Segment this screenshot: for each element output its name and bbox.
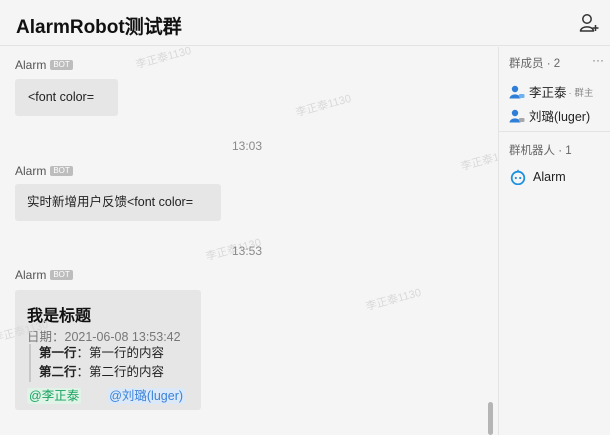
message-sender: Alarm BOT bbox=[15, 268, 73, 282]
member-name: 刘璐(luger) bbox=[529, 110, 591, 124]
robot-icon bbox=[510, 169, 526, 185]
chat-scrollbar[interactable] bbox=[488, 402, 493, 435]
chat-header: AlarmRobot测试群 bbox=[0, 0, 610, 46]
member-item[interactable]: 刘璐(luger) bbox=[509, 106, 590, 125]
message-sender: Alarm BOT bbox=[15, 164, 73, 178]
message-card[interactable]: 我是标题 日期：2021-06-08 13:53:42 第一行：第一行的内容 第… bbox=[15, 290, 201, 410]
group-info-panel: 群成员 · 2 ··· 李正泰 · 群主 刘璐(luger) 群机器人 · 1 … bbox=[499, 47, 610, 435]
card-row: 第二行：第二行的内容 bbox=[39, 365, 165, 379]
add-member-icon[interactable] bbox=[578, 12, 600, 34]
timestamp: 13:03 bbox=[232, 139, 263, 153]
bot-item[interactable]: Alarm bbox=[509, 169, 566, 185]
owner-role-label: · 群主 bbox=[568, 87, 594, 99]
card-quote: 第一行：第一行的内容 第二行：第二行的内容 bbox=[29, 344, 164, 382]
card-mentions: @李正泰 @刘璐(luger) bbox=[27, 385, 186, 404]
message-bubble[interactable]: 实时新增用户反馈<font color= bbox=[15, 184, 221, 221]
watermark: 李正泰1130 bbox=[134, 47, 193, 72]
bot-badge: BOT bbox=[50, 270, 73, 280]
chat-title: AlarmRobot测试群 bbox=[16, 17, 182, 38]
user-icon bbox=[509, 109, 525, 122]
watermark: 李正泰1130 bbox=[294, 92, 353, 120]
watermark: 李正泰1130 bbox=[459, 146, 498, 174]
user-icon bbox=[509, 85, 525, 98]
more-options-icon[interactable]: ··· bbox=[592, 53, 604, 67]
card-title: 我是标题 bbox=[27, 308, 92, 325]
members-heading: 群成员 · 2 bbox=[509, 58, 561, 70]
message-list: 李正泰1130 李正泰1130 李正泰1130 李正泰1130 李正泰1130 … bbox=[0, 47, 498, 435]
message-sender: Alarm BOT bbox=[15, 58, 73, 72]
bots-heading: 群机器人 · 1 bbox=[509, 145, 572, 157]
bot-name: Alarm bbox=[533, 170, 566, 184]
card-row: 第一行：第一行的内容 bbox=[39, 346, 165, 360]
watermark: 李正泰1130 bbox=[364, 286, 423, 314]
mention-link[interactable]: @刘璐(luger) bbox=[107, 388, 186, 404]
section-divider bbox=[499, 131, 610, 132]
message-bubble[interactable]: <font color= bbox=[15, 79, 118, 116]
bot-badge: BOT bbox=[50, 60, 73, 70]
mention-link[interactable]: @李正泰 bbox=[27, 388, 82, 404]
card-date: 日期：2021-06-08 13:53:42 bbox=[27, 330, 181, 344]
member-item[interactable]: 李正泰 · 群主 bbox=[509, 82, 593, 101]
bot-badge: BOT bbox=[50, 166, 73, 176]
timestamp: 13:53 bbox=[232, 244, 263, 258]
member-name: 李正泰 bbox=[529, 86, 567, 100]
